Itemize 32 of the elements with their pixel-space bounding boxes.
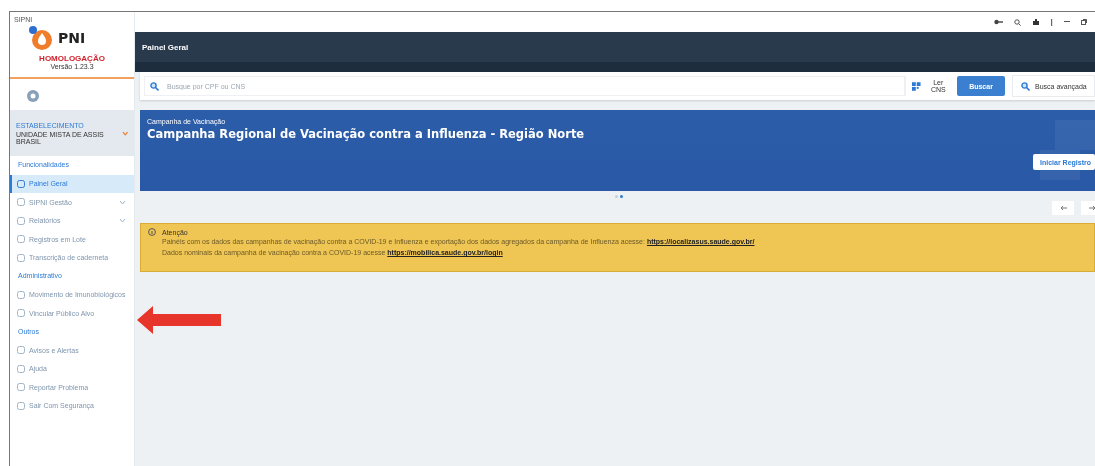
environment-label: HOMOLOGAÇÃO	[38, 54, 106, 63]
square-icon	[17, 216, 25, 225]
qr-code-icon	[912, 81, 921, 91]
carousel-dot[interactable]	[615, 195, 618, 198]
carousel-dot[interactable]	[620, 195, 623, 198]
puzzle-icon[interactable]	[1032, 18, 1040, 26]
page-title: Painel Geral	[142, 42, 189, 52]
chevron-down-icon	[119, 199, 126, 205]
arrow-left-icon	[1059, 205, 1067, 211]
minimize-icon[interactable]	[1064, 21, 1070, 23]
info-icon	[148, 228, 156, 236]
restore-icon[interactable]	[1081, 19, 1087, 25]
square-icon	[17, 290, 25, 299]
square-icon	[17, 198, 25, 207]
search-icon	[1021, 81, 1030, 91]
square-icon	[17, 253, 25, 262]
avatar-icon[interactable]	[27, 90, 39, 102]
square-icon	[17, 364, 25, 373]
drop-logo-icon	[28, 25, 54, 51]
square-icon	[17, 179, 25, 188]
square-icon	[17, 309, 25, 318]
banner-title: Campanha Regional de Vacinação contra a Influenza - Região Norte	[147, 127, 586, 141]
square-icon	[17, 383, 25, 392]
key-icon[interactable]	[994, 19, 1003, 25]
chevron-down-icon	[121, 130, 128, 136]
zoom-icon[interactable]	[1014, 18, 1021, 26]
square-icon	[17, 235, 25, 244]
arrow-right-icon	[1088, 205, 1095, 211]
chevron-down-icon	[119, 218, 126, 224]
square-icon	[17, 401, 25, 410]
brand-name: PNI	[58, 30, 86, 46]
square-icon	[17, 346, 25, 355]
